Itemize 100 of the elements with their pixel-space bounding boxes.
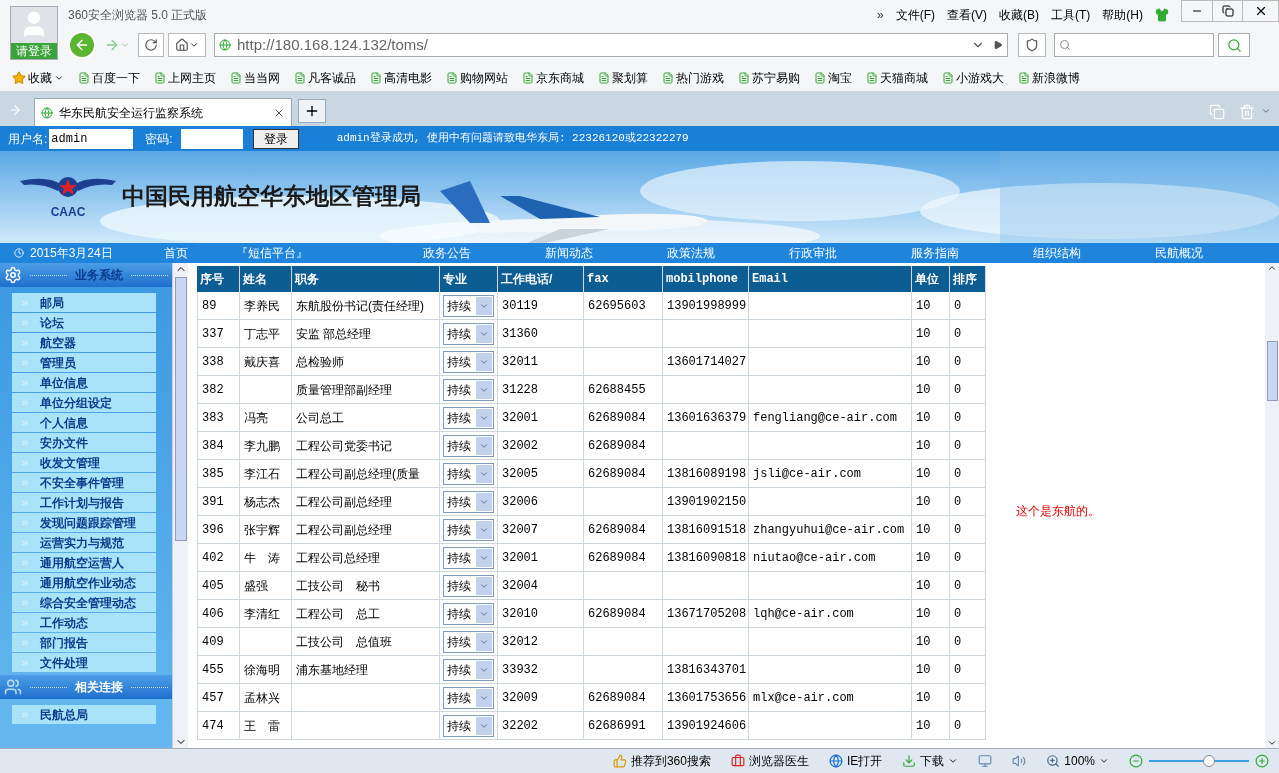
specialty-select[interactable]: 持续 [443, 350, 494, 373]
slider-thumb[interactable] [1203, 755, 1215, 767]
sidebar-item[interactable]: 邮局 [12, 293, 156, 312]
bookmark[interactable]: 当当网 [224, 68, 280, 87]
zoom-in-button[interactable] [1255, 754, 1269, 768]
nav-link[interactable]: 行政审批 [774, 244, 896, 262]
bookmark[interactable]: 淘宝 [808, 68, 852, 87]
sidebar-item[interactable]: 单位信息 [12, 373, 156, 392]
specialty-select[interactable]: 持续 [443, 546, 494, 569]
sidebar-toggle-button[interactable] [8, 103, 22, 117]
search-button[interactable] [1218, 33, 1250, 57]
password-field[interactable] [180, 128, 243, 149]
zoom-out-button[interactable] [1129, 754, 1143, 768]
bookmark[interactable]: 苏宁易购 [732, 68, 800, 87]
menu-item[interactable]: 收藏(B) [999, 6, 1039, 24]
specialty-select[interactable]: 持续 [443, 378, 494, 401]
tiles-button[interactable] [1209, 104, 1225, 120]
sidebar-item[interactable]: 单位分组设定 [12, 393, 156, 412]
bookmark[interactable]: 上网主页 [148, 68, 216, 87]
tab-menu-button[interactable] [1261, 106, 1271, 116]
bookmark[interactable]: 聚划算 [592, 68, 648, 87]
sidebar-item[interactable]: 收发文管理 [12, 453, 156, 472]
nav-link[interactable]: 『短信平台』 [216, 244, 408, 262]
specialty-select[interactable]: 持续 [443, 294, 494, 317]
specialty-select[interactable]: 持续 [443, 490, 494, 513]
bookmark[interactable]: 高清电影 [364, 68, 432, 87]
bookmark[interactable]: 京东商城 [516, 68, 584, 87]
nav-link[interactable]: 组织结构 [1018, 244, 1140, 262]
screen-button[interactable] [978, 754, 993, 768]
sidebar-item[interactable]: 不安全事件管理 [12, 473, 156, 492]
sidebar-item[interactable]: 民航总局 [12, 705, 156, 724]
scrollbar-thumb[interactable] [174, 277, 187, 541]
volume-button[interactable] [1012, 754, 1027, 768]
specialty-select[interactable]: 持续 [443, 574, 494, 597]
nav-link[interactable]: 新闻动态 [530, 244, 652, 262]
login-button[interactable]: 登录 [252, 128, 299, 149]
download-button[interactable]: 下载 [902, 752, 959, 770]
sidebar-item[interactable]: 论坛 [12, 313, 156, 332]
page-icon [942, 71, 954, 84]
more-menu[interactable]: » [877, 6, 884, 24]
address-field[interactable]: http://180.168.124.132/toms/ [214, 33, 1008, 57]
nav-link[interactable]: 首页 [160, 244, 216, 262]
refresh-button[interactable] [138, 33, 164, 57]
new-tab-button[interactable] [298, 99, 326, 123]
search-field[interactable] [1054, 33, 1214, 57]
bookmark[interactable]: 小游戏大 [936, 68, 1004, 87]
specialty-select[interactable]: 持续 [443, 322, 494, 345]
bookmark[interactable]: 购物网站 [440, 68, 508, 87]
sidebar-item[interactable]: 工作动态 [12, 613, 156, 632]
bookmark[interactable]: 天猫商城 [860, 68, 928, 87]
sidebar-item[interactable]: 个人信息 [12, 413, 156, 432]
nav-link[interactable]: 政务公告 [408, 244, 530, 262]
nav-link[interactable]: 服务指南 [896, 244, 1018, 262]
sidebar-item[interactable]: 工作计划与报告 [12, 493, 156, 512]
scrollbar[interactable] [172, 263, 188, 748]
shield-button[interactable] [1018, 33, 1046, 57]
bookmark[interactable]: 新浪微博 [1012, 68, 1080, 87]
scrollbar-thumb[interactable] [1266, 341, 1278, 401]
page-scrollbar[interactable] [1265, 263, 1279, 748]
zoom-button[interactable]: 100% [1046, 752, 1109, 770]
page-icon [738, 71, 750, 84]
sidebar-item[interactable]: 综合安全管理动态 [12, 593, 156, 612]
sidebar-item[interactable]: 文件处理 [12, 653, 156, 672]
sidebar-item[interactable]: 安办文件 [12, 433, 156, 452]
zoom-slider[interactable] [1149, 755, 1249, 767]
specialty-select[interactable]: 持续 [443, 686, 494, 709]
specialty-select[interactable]: 持续 [443, 434, 494, 457]
bookmark[interactable]: 凡客诚品 [288, 68, 356, 87]
sidebar-item[interactable]: 管理员 [12, 353, 156, 372]
sidebar-item[interactable]: 通用航空运营人 [12, 553, 156, 572]
specialty-select[interactable]: 持续 [443, 658, 494, 681]
specialty-select[interactable]: 持续 [443, 406, 494, 429]
menu-item[interactable]: 文件(F) [895, 6, 935, 24]
bookmark[interactable]: 百度一下 [72, 68, 140, 87]
favorites-button[interactable]: 收藏 [12, 68, 64, 87]
doctor-button[interactable]: 浏览器医生 [730, 752, 809, 770]
sidebar-item[interactable]: 通用航空作业动态 [12, 573, 156, 592]
specialty-select[interactable]: 持续 [443, 630, 494, 653]
nav-link[interactable]: 政策法规 [652, 244, 774, 262]
sidebar-item[interactable]: 运营实力与规范 [12, 533, 156, 552]
home-button[interactable] [168, 33, 206, 57]
sidebar-item[interactable]: 发现问题跟踪管理 [12, 513, 156, 532]
menu-item[interactable]: 查看(V) [947, 6, 987, 24]
username-field[interactable]: admin [49, 128, 134, 149]
back-button[interactable] [68, 31, 96, 59]
specialty-select[interactable]: 持续 [443, 462, 494, 485]
menu-item[interactable]: 帮助(H) [1102, 6, 1143, 24]
nav-link[interactable]: 民航概况 [1140, 244, 1262, 262]
specialty-select[interactable]: 持续 [443, 518, 494, 541]
sidebar-item[interactable]: 航空器 [12, 333, 156, 352]
recommend-button[interactable]: 推荐到360搜索 [612, 752, 711, 770]
browser-tab[interactable]: 华东民航安全运行监察系统 [34, 98, 292, 126]
ie-open-button[interactable]: IE打开 [828, 752, 883, 770]
sidebar-item[interactable]: 部门报告 [12, 633, 156, 652]
bookmark[interactable]: 热门游戏 [656, 68, 724, 87]
menu-item[interactable]: 工具(T) [1051, 6, 1091, 24]
specialty-select[interactable]: 持续 [443, 602, 494, 625]
specialty-select[interactable]: 持续 [443, 714, 494, 737]
trash-button[interactable] [1239, 104, 1255, 120]
skin-button[interactable] [1155, 8, 1169, 22]
